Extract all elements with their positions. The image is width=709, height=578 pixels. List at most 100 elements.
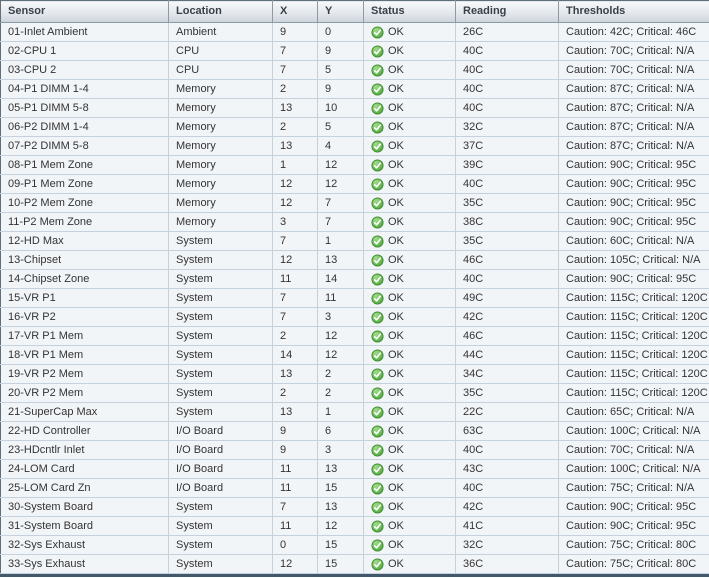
cell-sensor-name: 01-Inlet Ambient [1,23,169,42]
status-ok-icon [371,273,384,286]
cell-location: Memory [169,118,273,137]
status-ok-icon [371,558,384,571]
cell-status: OK [364,61,456,80]
cell-thresholds: Caution: 87C; Critical: N/A [559,118,709,137]
cell-status: OK [364,118,456,137]
cell-thresholds: Caution: 90C; Critical: 95C [559,175,709,194]
cell-thresholds: Caution: 115C; Critical: 120C [559,327,709,346]
sensor-table-row: 19-VR P2 Mem System 13 2 [1,365,709,384]
cell-sensor-name: 24-LOM Card [1,460,169,479]
cell-reading: 40C [456,441,559,460]
cell-reading: 46C [456,251,559,270]
cell-thresholds: Caution: 105C; Critical: N/A [559,251,709,270]
sensor-table-row: 18-VR P1 Mem System 14 12 [1,346,709,365]
cell-y: 15 [318,536,364,555]
cell-status: OK [364,289,456,308]
cell-y: 12 [318,156,364,175]
cell-y: 3 [318,308,364,327]
status-label: OK [388,329,404,343]
cell-sensor-name: 02-CPU 1 [1,42,169,61]
sensor-table-row: 25-LOM Card Zn I/O Board 11 15 [1,479,709,498]
cell-status: OK [364,403,456,422]
cell-y: 2 [318,365,364,384]
column-header-y: Y [318,1,364,23]
status-ok-icon [371,45,384,58]
cell-thresholds: Caution: 75C; Critical: N/A [559,479,709,498]
cell-reading: 35C [456,384,559,403]
cell-x: 14 [273,346,318,365]
cell-thresholds: Caution: 75C; Critical: 80C [559,555,709,574]
sensor-table-row: 24-LOM Card I/O Board 11 13 [1,460,709,479]
cell-y: 13 [318,498,364,517]
status-ok-icon [371,26,384,39]
status-ok-icon [371,197,384,210]
cell-y: 15 [318,555,364,574]
status-label: OK [388,443,404,457]
cell-location: System [169,270,273,289]
cell-x: 12 [273,175,318,194]
column-header-status: Status [364,1,456,23]
status-label: OK [388,348,404,362]
status-ok-icon [371,501,384,514]
cell-status: OK [364,80,456,99]
cell-sensor-name: 32-Sys Exhaust [1,536,169,555]
cell-thresholds: Caution: 60C; Critical: N/A [559,232,709,251]
cell-location: System [169,365,273,384]
cell-status: OK [364,232,456,251]
cell-sensor-name: 05-P1 DIMM 5-8 [1,99,169,118]
cell-sensor-name: 19-VR P2 Mem [1,365,169,384]
cell-y: 9 [318,80,364,99]
cell-y: 3 [318,441,364,460]
cell-reading: 35C [456,194,559,213]
cell-status: OK [364,479,456,498]
cell-y: 2 [318,384,364,403]
cell-status: OK [364,555,456,574]
cell-sensor-name: 11-P2 Mem Zone [1,213,169,232]
cell-location: System [169,327,273,346]
cell-sensor-name: 07-P2 DIMM 5-8 [1,137,169,156]
cell-thresholds: Caution: 115C; Critical: 120C [559,384,709,403]
cell-location: Ambient [169,23,273,42]
cell-reading: 37C [456,137,559,156]
cell-location: I/O Board [169,422,273,441]
cell-status: OK [364,251,456,270]
cell-x: 12 [273,194,318,213]
cell-reading: 40C [456,61,559,80]
cell-y: 10 [318,99,364,118]
status-label: OK [388,44,404,58]
sensor-table-row: 13-Chipset System 12 13 [1,251,709,270]
cell-reading: 32C [456,118,559,137]
cell-status: OK [364,156,456,175]
sensor-table-row: 10-P2 Mem Zone Memory 12 7 [1,194,709,213]
cell-status: OK [364,213,456,232]
sensor-table-row: 14-Chipset Zone System 11 14 [1,270,709,289]
sensor-table-row: 03-CPU 2 CPU 7 5 [1,61,709,80]
status-ok-icon [371,406,384,419]
sensor-table-row: 06-P2 DIMM 1-4 Memory 2 5 [1,118,709,137]
cell-status: OK [364,42,456,61]
status-ok-icon [371,349,384,362]
sensor-table-row: 21-SuperCap Max System 13 1 [1,403,709,422]
status-ok-icon [371,463,384,476]
cell-status: OK [364,99,456,118]
cell-sensor-name: 12-HD Max [1,232,169,251]
cell-y: 5 [318,61,364,80]
column-header-sensor: Sensor [1,1,169,23]
cell-thresholds: Caution: 90C; Critical: 95C [559,498,709,517]
cell-x: 9 [273,23,318,42]
cell-status: OK [364,422,456,441]
status-ok-icon [371,216,384,229]
cell-x: 7 [273,289,318,308]
status-ok-icon [371,235,384,248]
status-ok-icon [371,178,384,191]
cell-thresholds: Caution: 42C; Critical: 46C [559,23,709,42]
cell-location: Memory [169,194,273,213]
sensor-table-row: 11-P2 Mem Zone Memory 3 7 [1,213,709,232]
status-label: OK [388,234,404,248]
status-label: OK [388,519,404,533]
cell-sensor-name: 16-VR P2 [1,308,169,327]
cell-location: I/O Board [169,460,273,479]
status-label: OK [388,82,404,96]
cell-thresholds: Caution: 75C; Critical: 80C [559,536,709,555]
cell-x: 11 [273,460,318,479]
